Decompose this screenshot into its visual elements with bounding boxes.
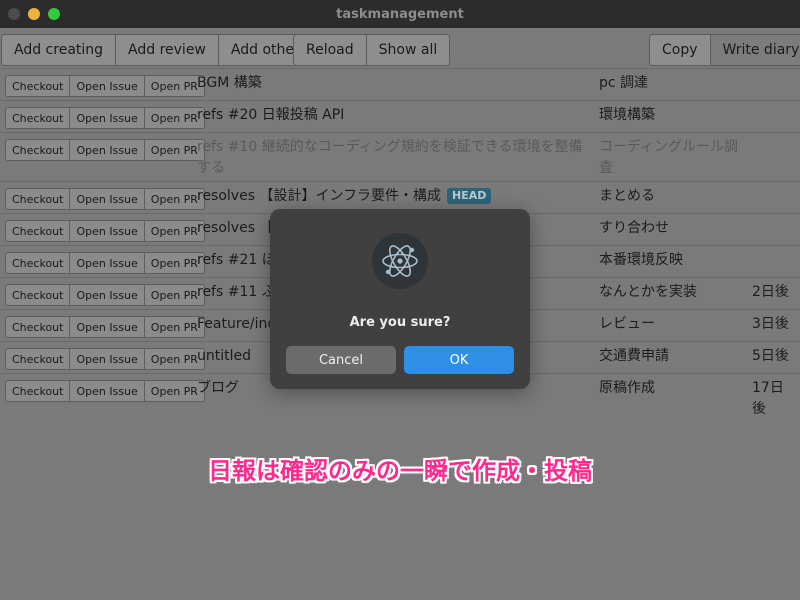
checkout-button[interactable]: Checkout	[6, 253, 71, 273]
row-actions: Checkout Open Issue Open PR	[5, 107, 205, 129]
row-actions: Checkout Open Issue Open PR	[5, 75, 205, 97]
promo-caption: 日報は確認のみの一瞬で作成・投稿	[208, 457, 592, 485]
row-task: 交通費申請	[599, 348, 669, 364]
checkout-button[interactable]: Checkout	[6, 108, 71, 128]
row-due: 17日後	[752, 380, 784, 417]
checkout-button[interactable]: Checkout	[6, 349, 71, 369]
table-row: Checkout Open Issue Open PR refs #10 継続的…	[0, 132, 800, 181]
open-issue-button[interactable]: Open Issue	[70, 221, 145, 241]
title-bar: taskmanagement	[0, 0, 800, 28]
table-row: Checkout Open Issue Open PR BGM 構築 pc 調達	[0, 68, 800, 100]
row-actions: Checkout Open Issue Open PR	[5, 316, 205, 338]
row-actions: Checkout Open Issue Open PR	[5, 220, 205, 242]
open-pr-button[interactable]: Open PR	[145, 253, 204, 273]
row-actions: Checkout Open Issue Open PR	[5, 252, 205, 274]
open-pr-button[interactable]: Open PR	[145, 76, 204, 96]
row-actions: Checkout Open Issue Open PR	[5, 284, 205, 306]
minimize-window-button[interactable]	[28, 8, 40, 20]
row-title: BGM 構築	[197, 75, 262, 91]
open-issue-button[interactable]: Open Issue	[70, 317, 145, 337]
maximize-window-button[interactable]	[48, 8, 60, 20]
diary-button-group: Copy Write diary	[649, 34, 800, 66]
row-actions: Checkout Open Issue Open PR	[5, 188, 205, 210]
write-diary-button[interactable]: Write diary	[710, 35, 800, 65]
row-due: 2日後	[752, 284, 789, 300]
row-task: レビュー	[599, 316, 655, 332]
open-issue-button[interactable]: Open Issue	[70, 349, 145, 369]
row-due: 3日後	[752, 316, 789, 332]
row-actions: Checkout Open Issue Open PR	[5, 139, 205, 161]
add-review-button[interactable]: Add review	[116, 35, 219, 65]
checkout-button[interactable]: Checkout	[6, 317, 71, 337]
open-issue-button[interactable]: Open Issue	[70, 76, 145, 96]
add-button-group: Add creating Add review Add other	[1, 34, 313, 66]
copy-button[interactable]: Copy	[650, 35, 711, 65]
row-title: refs #20 日報投稿 API	[197, 107, 345, 123]
open-issue-button[interactable]: Open Issue	[70, 381, 145, 401]
close-window-button[interactable]	[8, 8, 20, 20]
open-issue-button[interactable]: Open Issue	[70, 285, 145, 305]
open-issue-button[interactable]: Open Issue	[70, 253, 145, 273]
row-due: 5日後	[752, 348, 789, 364]
open-issue-button[interactable]: Open Issue	[70, 189, 145, 209]
open-pr-button[interactable]: Open PR	[145, 189, 204, 209]
toolbar: Add creating Add review Add other Reload…	[0, 30, 800, 66]
cancel-button[interactable]: Cancel	[286, 346, 396, 374]
head-badge: HEAD	[447, 188, 492, 204]
row-task: 原稿作成	[599, 380, 655, 396]
open-pr-button[interactable]: Open PR	[145, 317, 204, 337]
add-creating-button[interactable]: Add creating	[2, 35, 117, 65]
checkout-button[interactable]: Checkout	[6, 221, 71, 241]
row-title: refs #10 継続的なコーディング規約を検証できる環境を整備する	[197, 139, 583, 176]
checkout-button[interactable]: Checkout	[6, 140, 71, 160]
confirm-dialog: Are you sure? Cancel OK	[270, 209, 530, 389]
row-title-cell: resolves 【設計】インフラ要件・構成 HEAD	[197, 186, 591, 207]
open-pr-button[interactable]: Open PR	[145, 108, 204, 128]
view-button-group: Reload Show all	[293, 34, 451, 66]
checkout-button[interactable]: Checkout	[6, 76, 71, 96]
row-task: コーディングルール調査	[599, 139, 739, 176]
row-title: resolves 【設計】インフラ要件・構成	[197, 188, 442, 204]
open-pr-button[interactable]: Open PR	[145, 285, 204, 305]
window-controls	[8, 8, 60, 20]
electron-atom-icon	[372, 233, 428, 289]
checkout-button[interactable]: Checkout	[6, 189, 71, 209]
dialog-message: Are you sure?	[349, 315, 451, 330]
row-task: 本番環境反映	[599, 252, 683, 268]
open-pr-button[interactable]: Open PR	[145, 221, 204, 241]
row-task: pc 調達	[599, 75, 649, 91]
ok-button[interactable]: OK	[404, 346, 514, 374]
checkout-button[interactable]: Checkout	[6, 285, 71, 305]
open-pr-button[interactable]: Open PR	[145, 381, 204, 401]
window-title: taskmanagement	[336, 6, 464, 22]
row-task: まとめる	[599, 188, 655, 204]
checkout-button[interactable]: Checkout	[6, 381, 71, 401]
open-issue-button[interactable]: Open Issue	[70, 108, 145, 128]
open-issue-button[interactable]: Open Issue	[70, 140, 145, 160]
reload-button[interactable]: Reload	[294, 35, 367, 65]
app-window: taskmanagement Add creating Add review A…	[0, 0, 800, 600]
table-row: Checkout Open Issue Open PR refs #20 日報投…	[0, 100, 800, 132]
row-task: すり合わせ	[599, 220, 669, 236]
show-all-button[interactable]: Show all	[366, 35, 450, 65]
row-actions: Checkout Open Issue Open PR	[5, 380, 205, 402]
row-actions: Checkout Open Issue Open PR	[5, 348, 205, 370]
open-pr-button[interactable]: Open PR	[145, 349, 204, 369]
open-pr-button[interactable]: Open PR	[145, 140, 204, 160]
row-task: なんとかを実装	[599, 284, 697, 300]
row-task: 環境構築	[599, 107, 655, 123]
